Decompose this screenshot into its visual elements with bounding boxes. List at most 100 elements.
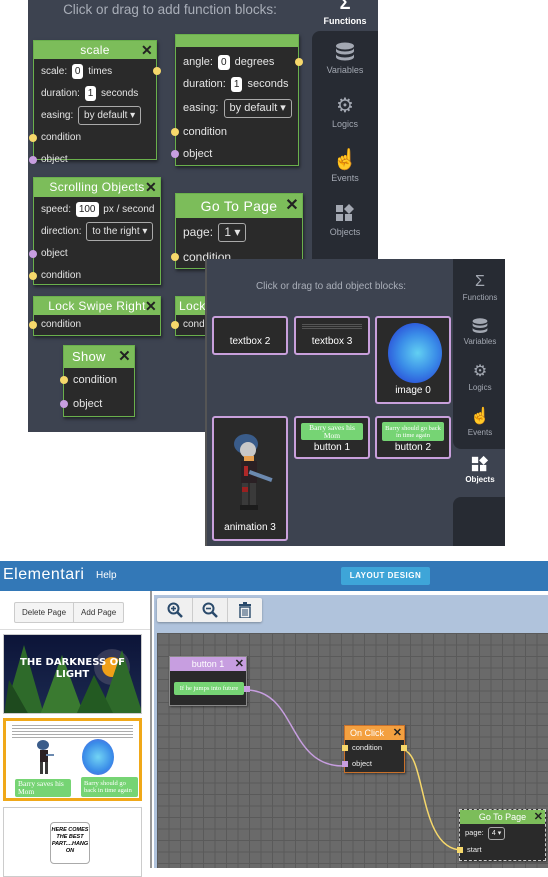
zoom-in-icon — [167, 602, 183, 618]
object-card-textbox-2[interactable]: textbox 2 — [212, 316, 288, 355]
output-connector[interactable] — [295, 58, 303, 66]
tab-functions[interactable]: Σ Functions — [453, 273, 505, 302]
tab-variables[interactable]: Variables — [312, 41, 378, 75]
button-preview: Barry saves his Mom — [301, 423, 363, 440]
pages-sidebar: Delete Page Add Page THE DARKNESS OF LIG… — [0, 591, 152, 877]
condition-connector[interactable] — [29, 321, 37, 329]
easing-select[interactable]: by default ▾ — [223, 99, 292, 118]
scale-block[interactable]: scale ✕ scale: 0 times duration: 1 second… — [29, 40, 161, 165]
divider — [0, 629, 150, 630]
object-card-button-1[interactable]: Barry saves his Mom button 1 — [294, 416, 370, 459]
output-connector[interactable] — [153, 67, 161, 75]
collapse-icon[interactable]: ✕ — [118, 346, 131, 368]
scrolling-objects-block[interactable]: Scrolling Objects ✕ speed: 100 px / secon… — [29, 177, 161, 285]
trash-icon — [239, 602, 251, 618]
objects-icon — [312, 203, 378, 225]
angle-input[interactable]: 0 — [218, 55, 230, 70]
tab-functions[interactable]: Σ Functions — [312, 0, 378, 26]
collapse-icon[interactable]: ✕ — [145, 178, 157, 197]
node-header[interactable]: On Click ✕ — [345, 726, 404, 740]
button-preview: Barry should go back in time again — [382, 422, 444, 441]
page-select[interactable]: 4 ▾ — [487, 827, 506, 840]
direction-select[interactable]: to the right ▾ — [86, 222, 154, 241]
block-header[interactable]: scale ✕ — [34, 41, 156, 59]
add-page-button[interactable]: Add Page — [73, 603, 123, 622]
object-connector[interactable] — [29, 156, 37, 164]
scale-input[interactable]: 0 — [71, 64, 84, 79]
page-thumbnail-2[interactable]: Barry saves his Mom Barry should go back… — [3, 718, 142, 801]
show-block[interactable]: Show ✕ condition object — [60, 345, 135, 417]
tab-variables[interactable]: Variables — [453, 317, 505, 346]
object-card-button-2[interactable]: Barry should go back in time again butto… — [375, 416, 451, 459]
zoom-in-button[interactable] — [157, 598, 192, 622]
help-link[interactable]: Help — [96, 570, 117, 581]
condition-connector[interactable] — [171, 253, 179, 261]
button-1-node[interactable]: button 1 ✕ If he jumps into future — [169, 656, 250, 706]
delete-page-button[interactable]: Delete Page — [15, 603, 73, 622]
top-navbar: Elementari Help LAYOUT DESIGN — [0, 561, 548, 591]
editor-window: Elementari Help LAYOUT DESIGN Delete Pag… — [0, 561, 548, 877]
node-header[interactable]: button 1 ✕ — [170, 657, 246, 671]
delete-button[interactable] — [227, 598, 262, 622]
condition-connector[interactable] — [29, 272, 37, 280]
page-speech-box: HERE COMES THE BEST PART....HANG ON — [50, 822, 90, 864]
text-preview — [302, 323, 362, 329]
on-click-node[interactable]: On Click ✕ condition object — [342, 725, 407, 773]
object-connector[interactable] — [29, 250, 37, 258]
condition-output-connector[interactable] — [401, 745, 407, 751]
object-card-animation-3[interactable]: animation 3 — [212, 416, 288, 541]
node-header[interactable]: Go To Page ✕ — [460, 810, 545, 824]
object-card-textbox-3[interactable]: textbox 3 — [294, 316, 370, 355]
tab-objects[interactable]: Objects — [453, 455, 505, 484]
layout-design-button[interactable]: LAYOUT DESIGN — [341, 567, 430, 585]
condition-connector[interactable] — [342, 745, 348, 751]
page-buttons: Delete Page Add Page — [14, 602, 125, 623]
go-to-page-node[interactable]: Go To Page ✕ page: 4 ▾ start — [457, 809, 546, 861]
block-header[interactable]: Rotate — [176, 35, 298, 47]
speed-input[interactable]: 100 — [75, 202, 99, 217]
condition-connector[interactable] — [171, 128, 179, 136]
zoom-out-button[interactable] — [192, 598, 227, 622]
objects-icon — [453, 455, 505, 473]
side-tab-bar: Σ Functions Variables ⚙ Logics ☝ Events — [453, 259, 505, 449]
duration-input[interactable]: 1 — [84, 86, 97, 101]
page-button-2: Barry should go back in time again — [81, 777, 138, 797]
lock-swipe-right-block[interactable]: Lock Swipe Right ✕ condition — [29, 296, 161, 336]
tab-logics[interactable]: ⚙ Logics — [453, 363, 505, 392]
condition-connector[interactable] — [171, 321, 179, 329]
block-header[interactable]: Scrolling Objects ✕ — [34, 178, 160, 197]
tab-events[interactable]: ☝ Events — [312, 149, 378, 183]
block-header[interactable]: Show ✕ — [64, 346, 134, 368]
condition-connector[interactable] — [60, 376, 68, 384]
collapse-icon[interactable]: ✕ — [145, 297, 157, 315]
rotate-block[interactable]: Rotate angle: 0 degrees duration: 1 seco… — [171, 34, 303, 166]
start-connector[interactable] — [457, 847, 463, 853]
collapse-icon[interactable]: ✕ — [141, 41, 153, 59]
collapse-icon[interactable]: ✕ — [285, 194, 299, 218]
easing-select[interactable]: by default ▾ — [78, 106, 142, 125]
collapse-icon[interactable]: ✕ — [235, 657, 244, 671]
tab-logics[interactable]: ⚙ Logics — [312, 95, 378, 129]
database-icon — [312, 41, 378, 63]
tab-objects[interactable]: Objects — [312, 203, 378, 237]
tab-events[interactable]: ☝ Events — [453, 408, 505, 437]
object-connector[interactable] — [342, 761, 348, 767]
object-connector[interactable] — [171, 150, 179, 158]
block-header[interactable]: Go To Page ✕ — [176, 194, 302, 218]
page-thumbnail-3[interactable]: HERE COMES THE BEST PART....HANG ON — [3, 807, 142, 877]
object-card-image-0[interactable]: image 0 — [375, 316, 451, 404]
page-select[interactable]: 1 ▾ — [218, 223, 247, 242]
duration-input[interactable]: 1 — [230, 77, 243, 92]
zoom-out-icon — [202, 602, 218, 618]
object-connector[interactable] — [60, 400, 68, 408]
collapse-icon[interactable]: ✕ — [534, 810, 543, 824]
go-to-page-block[interactable]: Go To Page ✕ page: 1 ▾ condition — [171, 193, 303, 269]
object-output-connector[interactable] — [244, 686, 250, 692]
gears-icon: ⚙ — [472, 363, 488, 380]
collapse-icon[interactable]: ✕ — [393, 726, 402, 740]
block-header[interactable]: Lock Swipe Right ✕ — [34, 297, 160, 315]
page-thumbnail-1[interactable]: THE DARKNESS OF LIGHT — [3, 634, 142, 714]
logic-grid-canvas[interactable]: button 1 ✕ If he jumps into future On Cli… — [157, 633, 548, 868]
app-logo[interactable]: Elementari — [3, 566, 84, 584]
condition-connector[interactable] — [29, 134, 37, 142]
